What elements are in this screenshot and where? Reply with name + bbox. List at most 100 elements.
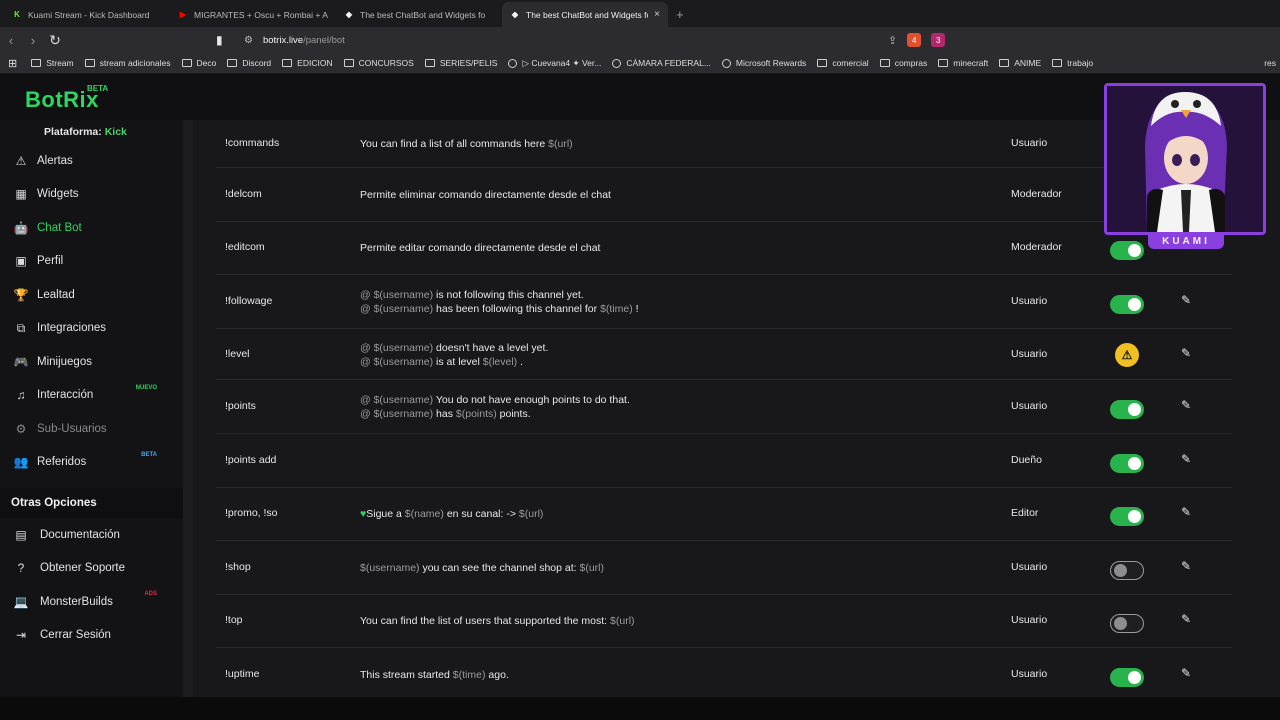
sidebar-item[interactable]: 🤖 Chat Bot (0, 211, 183, 245)
sidebar-item[interactable]: 🎮 Minijuegos (0, 345, 183, 379)
bookmark-item[interactable]: SERIES/PELIS (424, 58, 497, 68)
response-line: You can find a list of all commands here… (360, 137, 573, 151)
sidebar-item-label: Lealtad (37, 288, 75, 301)
logo-beta-badge: BETA (87, 84, 109, 93)
bookmark-item[interactable]: Discord (227, 58, 271, 68)
command-enabled-toggle[interactable] (1110, 667, 1144, 687)
bookmark-item[interactable]: Microsoft Rewards (721, 58, 807, 68)
command-enabled-toggle[interactable] (1110, 507, 1144, 527)
command-role: Usuario (1011, 667, 1048, 680)
sidebar: Plataforma: Kick ⚠ Alertas ▦ Widgets 🤖 Chat B… (0, 120, 183, 697)
browser-tab[interactable]: ◆ The best ChatBot and Widgets fo × (502, 2, 668, 27)
sidebar-item[interactable]: ⧉ Integraciones (0, 312, 183, 346)
other-options-title: Otras Opciones (0, 488, 183, 518)
edit-pencil-icon[interactable]: ✎ (1179, 612, 1193, 626)
edit-pencil-icon[interactable]: ✎ (1179, 505, 1193, 519)
sidebar-item[interactable]: ⇥ Cerrar Sesión (0, 619, 183, 653)
brave-shields-icon[interactable]: 4 (907, 33, 922, 47)
command-role: Dueño (1011, 453, 1042, 466)
music-note-icon: ♫ (16, 388, 26, 403)
help-circle-icon: ? (17, 561, 25, 576)
back-arrow-icon[interactable]: ‹ (0, 33, 22, 48)
sidebar-item[interactable]: 💻 MonsterBuilds ADS (0, 585, 183, 619)
command-enabled-toggle[interactable] (1110, 453, 1144, 473)
response-line: @ $(username) is not following this chan… (360, 288, 639, 302)
sidebar-item[interactable]: 👥 Referidos BETA (0, 446, 183, 480)
command-row: !followage @ $(username) is not following… (216, 275, 1232, 329)
bookmark-item[interactable]: trabajo (1052, 58, 1093, 68)
bookmark-item[interactable]: comercial (817, 58, 869, 68)
browser-tab[interactable]: K Kuami Stream - Kick Dashboard (4, 2, 170, 27)
response-variable: $(time) (452, 668, 486, 681)
command-row: !points add Dueño ✎ (216, 434, 1232, 488)
bookmark-item[interactable]: Deco (181, 58, 216, 68)
bookmark-item[interactable]: ▷ Cuevana4 ✦ Ver... (508, 58, 601, 69)
forward-arrow-icon[interactable]: › (22, 33, 44, 48)
close-tab-icon[interactable]: × (654, 9, 660, 20)
bookmarks-bar: ⊞ Stream stream adicionales Deco Discord EDI… (0, 53, 1280, 74)
bookmark-label: Microsoft Rewards (735, 58, 807, 68)
edit-pencil-icon[interactable]: ✎ (1179, 452, 1193, 466)
folder-icon (31, 59, 42, 67)
command-role: Usuario (1011, 400, 1048, 412)
response-text: has been following this channel for (436, 303, 598, 315)
apps-grid-icon[interactable]: ⊞ (8, 57, 17, 70)
response-text: is at level (436, 355, 480, 368)
command-enabled-toggle[interactable] (1110, 400, 1144, 419)
response-variable: @ $(username) (360, 303, 434, 315)
edit-pencil-icon[interactable]: ✎ (1179, 398, 1193, 412)
bookmark-item[interactable]: compras (879, 58, 927, 68)
response-line: Permite editar comando directamente desd… (360, 241, 600, 255)
sidebar-item[interactable]: ▤ Documentación (0, 518, 183, 552)
command-enabled-toggle[interactable] (1110, 295, 1144, 314)
edit-pencil-icon[interactable]: ✎ (1179, 293, 1193, 307)
new-tab-button[interactable]: + (676, 7, 684, 22)
browser-tab[interactable]: ◆ The best ChatBot and Widgets fo (336, 2, 502, 27)
sidebar-item[interactable]: 🏆 Lealtad (0, 278, 183, 312)
address-bar[interactable]: ⚙ botrix.live/panel/bot (244, 30, 1124, 50)
bookmark-item[interactable]: ANIME (999, 58, 1041, 68)
response-text: you can see the channel shop at: (422, 561, 577, 574)
sidebar-item[interactable]: ▦ Widgets (0, 178, 183, 212)
bookmark-label: Stream (46, 58, 74, 68)
sidebar-item[interactable]: ? Obtener Soporte (0, 552, 183, 586)
brave-rewards-icon[interactable]: 3 (931, 33, 946, 47)
bookmark-item[interactable]: CÁMARA FEDERAL... (612, 58, 711, 68)
share-icon[interactable]: ⇪ (888, 34, 897, 47)
bookmarks-overflow[interactable]: res (1264, 58, 1276, 68)
command-enabled-toggle[interactable] (1110, 614, 1144, 634)
command-row: !top You can find the list of users that … (216, 595, 1232, 648)
botrix-icon: ◆ (511, 10, 519, 19)
command-enabled-toggle[interactable] (1110, 560, 1144, 580)
bookmark-item[interactable]: EDICION (282, 58, 333, 68)
sidebar-item[interactable]: ♫ Interacción NUEVO (0, 379, 183, 413)
browser-tab-title: MIGRANTES + Oscu + Rombai + AG (194, 9, 328, 20)
edit-pencil-icon[interactable]: ✎ (1179, 346, 1193, 360)
reload-icon[interactable]: ↻ (44, 32, 66, 49)
sidebar-item[interactable]: ▣ Perfil (0, 245, 183, 279)
sidebar-item[interactable]: ⚠ Alertas (0, 144, 183, 178)
bookmark-item[interactable]: stream adicionales (84, 58, 171, 68)
response-text: Permite editar comando directamente desd… (360, 242, 601, 255)
response-text: Permite eliminar comando directamente de… (360, 188, 611, 201)
response-line: You can find the list of users that supp… (360, 614, 635, 628)
site-settings-icon[interactable]: ⚙ (244, 35, 253, 46)
command-row: !promo, !so ♥Sigue a $(name) en su canal:… (216, 488, 1232, 541)
toggle-knob (1128, 510, 1141, 524)
command-row: !points @ $(username) You do not have eno… (216, 380, 1232, 434)
edit-pencil-icon[interactable]: ✎ (1179, 559, 1193, 573)
bookmark-page-icon[interactable]: ▮ (216, 33, 232, 47)
sidebar-menu: ⚠ Alertas ▦ Widgets 🤖 Chat Bot ▣ Perfil 🏆 Lealtad… (0, 144, 183, 479)
command-response: You can find a list of all commands here… (360, 137, 573, 151)
sidebar-item[interactable]: ⚙ Sub-Usuarios (0, 412, 183, 446)
browser-tab-title: The best ChatBot and Widgets fo (526, 9, 649, 20)
bookmark-item[interactable]: Stream (31, 58, 74, 68)
browser-tab[interactable]: ▶ MIGRANTES + Oscu + Rombai + AG (170, 2, 336, 27)
warning-icon[interactable]: ⚠ (1115, 342, 1139, 367)
command-response: This stream started $(time) ago. (360, 668, 509, 682)
command-name: !top (225, 614, 243, 627)
url-path: /panel/bot (303, 34, 345, 46)
edit-pencil-icon[interactable]: ✎ (1179, 666, 1193, 680)
bookmark-item[interactable]: minecraft (938, 58, 988, 68)
bookmark-item[interactable]: CONCURSOS (343, 58, 414, 68)
